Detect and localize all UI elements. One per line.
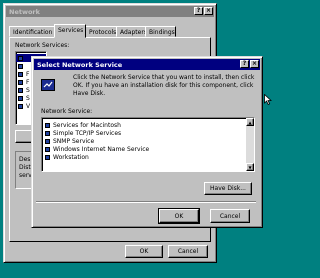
network-cancel-button[interactable]: Cancel bbox=[168, 245, 208, 258]
tab-bindings[interactable]: Bindings bbox=[145, 26, 176, 37]
scroll-down-arrow-icon[interactable]: ▼ bbox=[246, 163, 254, 171]
close-icon[interactable]: × bbox=[204, 7, 213, 15]
list-scrollbar[interactable]: ▲ ▼ bbox=[246, 118, 254, 171]
close-icon[interactable]: × bbox=[250, 60, 259, 68]
dialog-cancel-button[interactable]: Cancel bbox=[210, 209, 250, 223]
description-line: serv bbox=[19, 172, 32, 179]
network-service-icon bbox=[18, 71, 23, 77]
mouse-cursor-icon bbox=[264, 94, 272, 105]
select-network-service-dialog: Select Network Service ? × Click the Net… bbox=[31, 56, 263, 228]
network-service-list[interactable]: Services for Macintosh Simple TCP/IP Ser… bbox=[41, 117, 255, 172]
network-service-icon bbox=[18, 87, 23, 93]
network-title: Network bbox=[9, 7, 40, 16]
list-item[interactable]: Services for Macintosh bbox=[43, 121, 254, 129]
network-service-icon bbox=[18, 95, 23, 101]
list-item[interactable]: Windows Internet Name Service bbox=[43, 145, 254, 153]
network-service-icon bbox=[45, 146, 50, 152]
network-service-icon bbox=[45, 138, 50, 144]
service-name: Services for Macintosh bbox=[53, 121, 121, 129]
have-disk-button[interactable]: Have Disk... bbox=[204, 182, 252, 195]
tab-adapters[interactable]: Adapters bbox=[116, 26, 147, 37]
dialog-ok-button[interactable]: OK bbox=[158, 208, 200, 224]
help-icon[interactable]: ? bbox=[194, 7, 203, 15]
network-card-icon bbox=[41, 79, 55, 91]
scroll-up-arrow-icon[interactable]: ▲ bbox=[246, 118, 254, 126]
network-service-icon bbox=[45, 122, 50, 128]
network-service-icon bbox=[18, 55, 23, 61]
divider bbox=[36, 201, 256, 203]
network-service-icon bbox=[18, 63, 23, 69]
list-item[interactable]: Simple TCP/IP Services bbox=[43, 129, 254, 137]
instruction-text: Click the Network Service that you want … bbox=[73, 74, 255, 97]
network-service-icon bbox=[18, 103, 23, 109]
network-service-icon bbox=[45, 154, 50, 160]
network-service-icon bbox=[45, 130, 50, 136]
service-name: SNMP Service bbox=[53, 137, 95, 145]
help-icon[interactable]: ? bbox=[240, 60, 249, 68]
dialog-titlebar[interactable]: Select Network Service ? × bbox=[34, 59, 260, 70]
description-line: Dist bbox=[19, 164, 31, 171]
service-name: Simple TCP/IP Services bbox=[53, 129, 122, 137]
network-titlebar[interactable]: Network ? × bbox=[6, 6, 214, 17]
list-item[interactable]: Workstation bbox=[43, 153, 254, 161]
service-name: Workstation bbox=[53, 153, 89, 161]
dialog-title: Select Network Service bbox=[37, 60, 123, 69]
network-service-icon bbox=[18, 79, 23, 85]
network-service-label: Network Service: bbox=[41, 108, 93, 115]
tab-protocols[interactable]: Protocols bbox=[85, 26, 117, 37]
description-line: Des bbox=[19, 156, 31, 163]
list-item[interactable]: SNMP Service bbox=[43, 137, 254, 145]
service-name: Windows Internet Name Service bbox=[53, 145, 150, 153]
services-label: Network Services: bbox=[15, 42, 70, 49]
tab-services[interactable]: Services bbox=[54, 24, 86, 38]
network-ok-button[interactable]: OK bbox=[125, 245, 163, 258]
tab-identification[interactable]: Identification bbox=[9, 26, 55, 37]
